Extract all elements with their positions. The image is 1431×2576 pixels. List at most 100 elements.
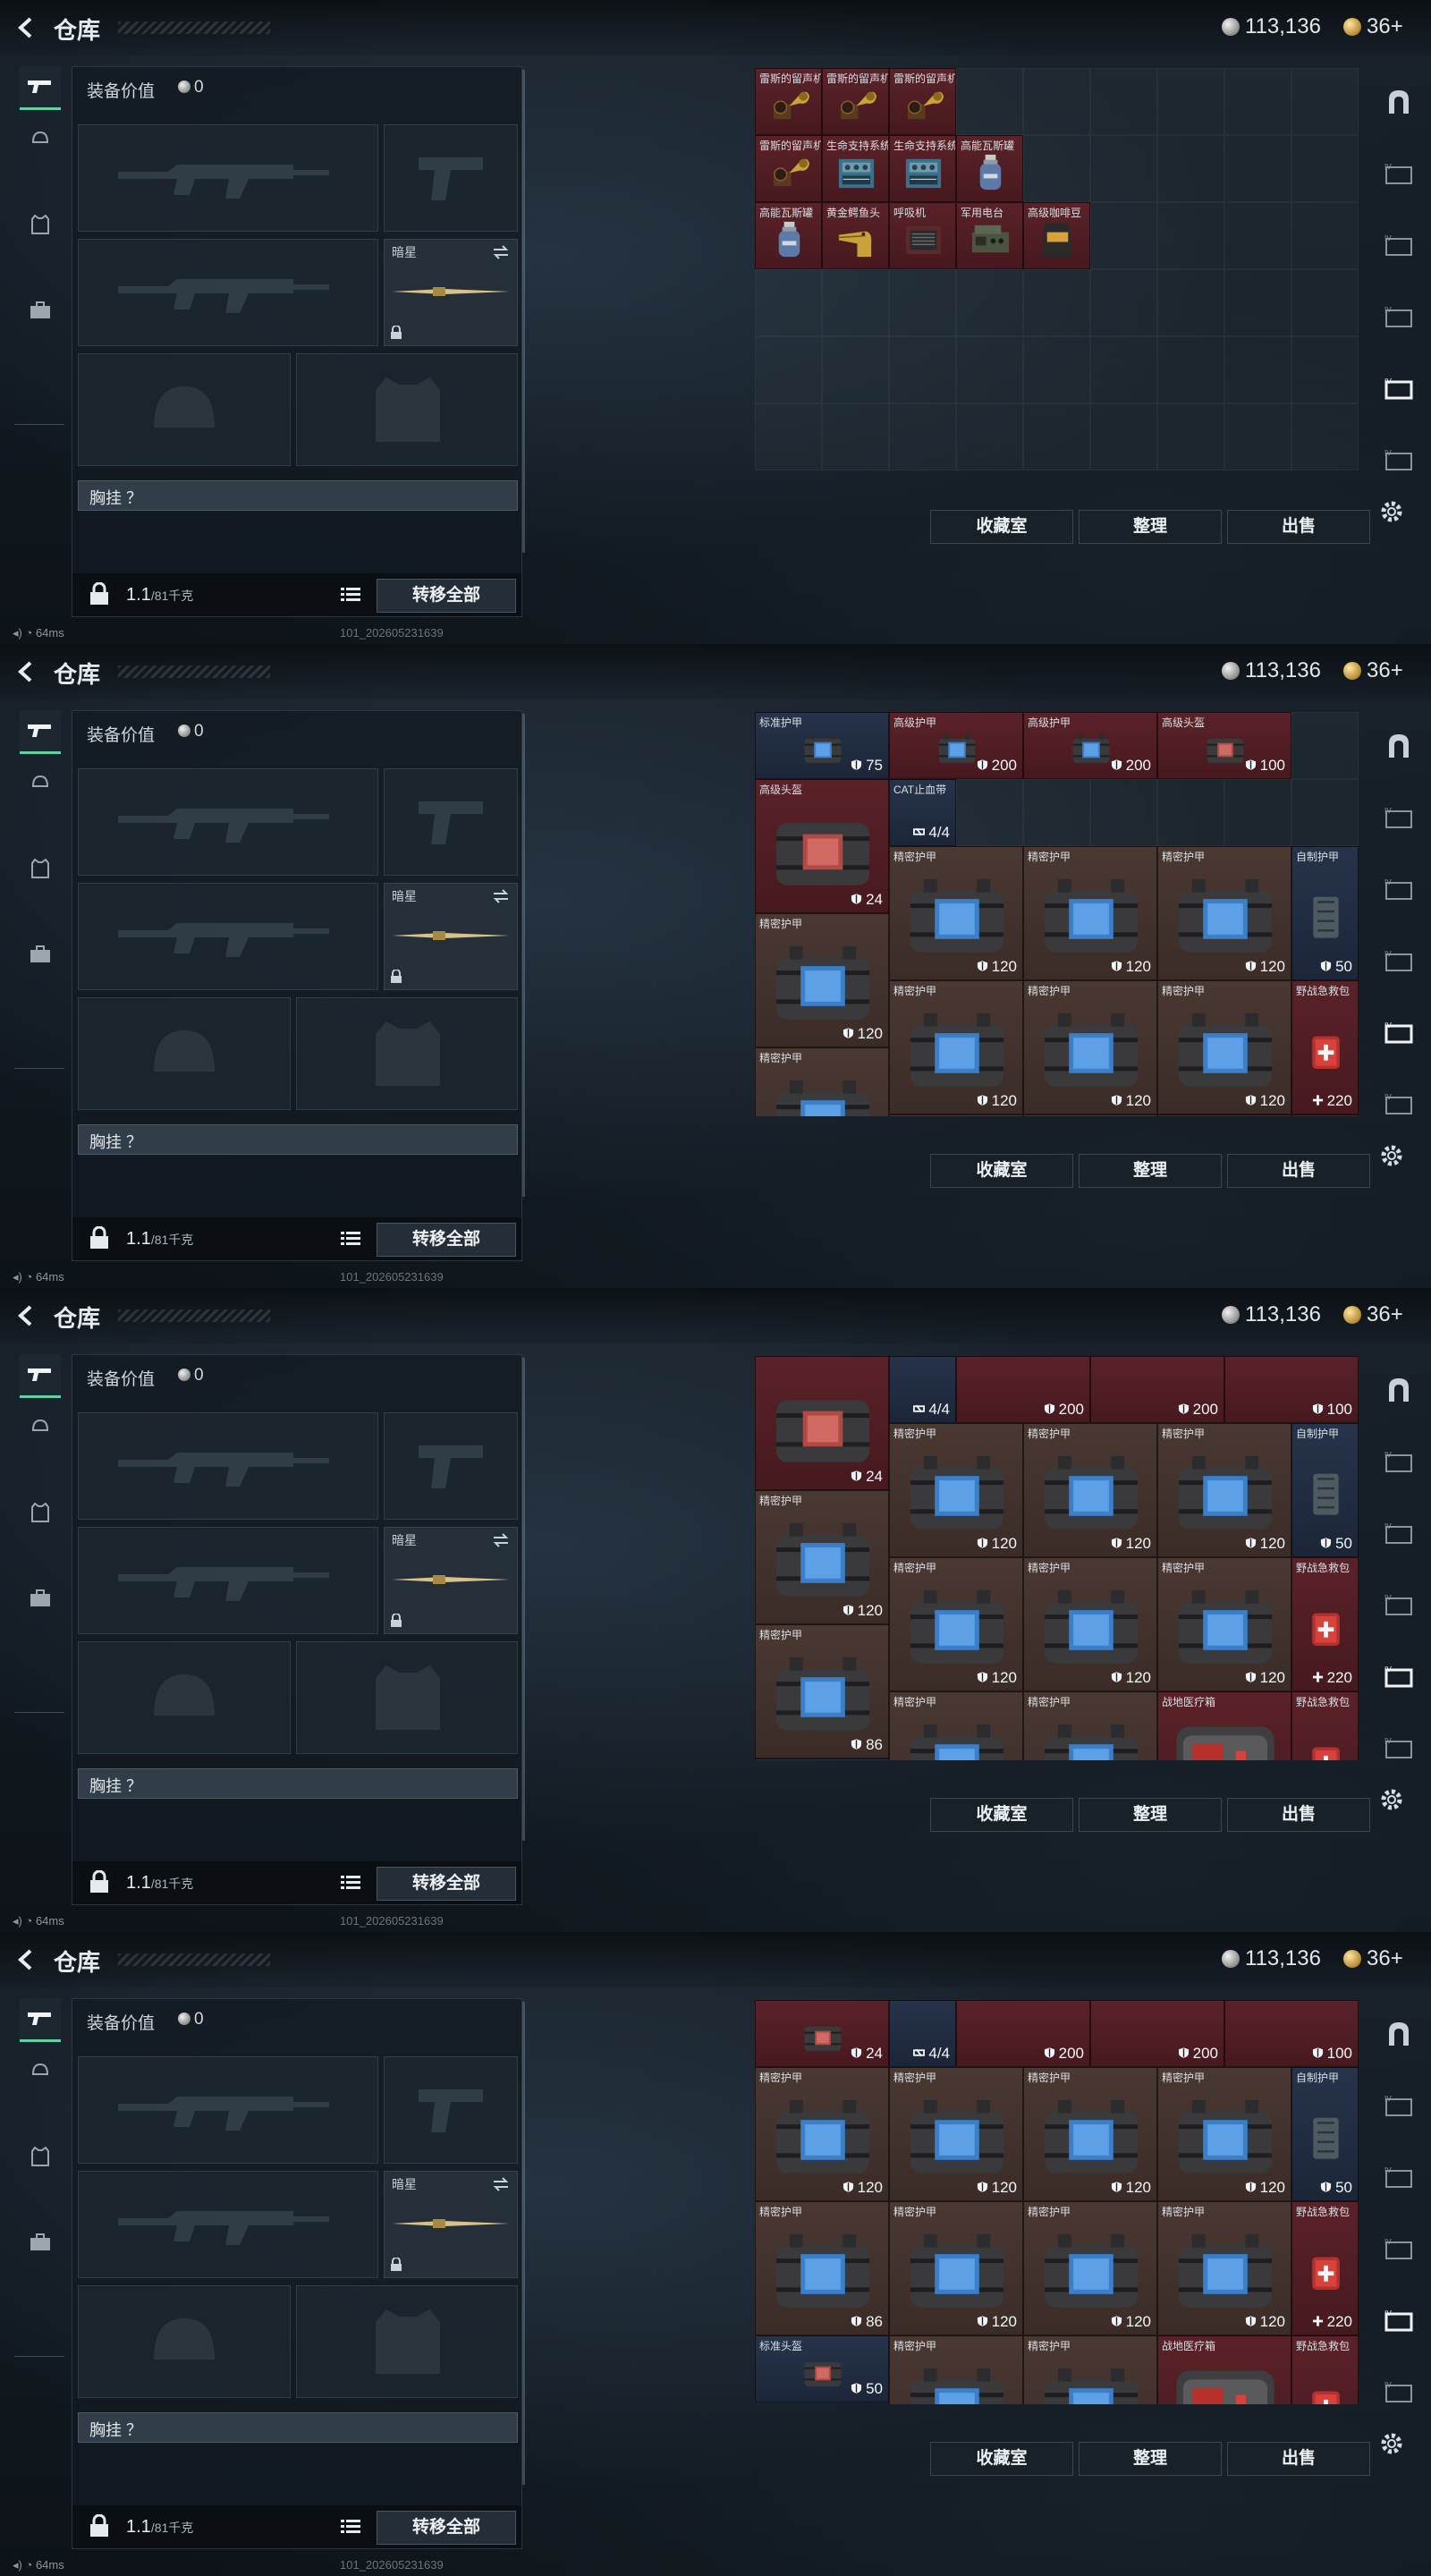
empty-slot[interactable] xyxy=(755,269,822,336)
empty-slot[interactable] xyxy=(1090,403,1157,470)
chest-rig-slot[interactable]: 胸挂 ？ xyxy=(78,1768,518,1799)
storage-item[interactable]: 精密护甲 120 xyxy=(889,1423,1023,1557)
storage-item[interactable]: 精密护甲 120 xyxy=(1023,2201,1157,2335)
storage-item[interactable]: 高能瓦斯罐 xyxy=(755,202,822,269)
gold-currency[interactable]: 36+ xyxy=(1343,1302,1403,1327)
storage-item[interactable]: 野战急救包 220 xyxy=(1291,980,1359,1114)
sort-button[interactable]: 整理 xyxy=(1079,2442,1222,2476)
tab-armor[interactable] xyxy=(20,2136,61,2177)
sell-button[interactable]: 出售 xyxy=(1227,1154,1370,1188)
empty-slot[interactable] xyxy=(956,779,1023,846)
storage-item[interactable]: 精密护甲 120 xyxy=(1023,1423,1157,1557)
empty-slot[interactable] xyxy=(1224,135,1291,202)
empty-slot[interactable] xyxy=(1291,68,1359,135)
secondary-weapon-slot[interactable] xyxy=(78,883,378,990)
storage-item[interactable]: 雷斯的留声机 xyxy=(889,68,956,135)
storage-item[interactable]: 高级咖啡豆 xyxy=(1023,202,1090,269)
empty-slot[interactable] xyxy=(1291,403,1359,470)
empty-slot[interactable] xyxy=(1224,269,1291,336)
storage-item[interactable]: 高级头盔 100 xyxy=(1157,712,1291,779)
storage-item[interactable]: 精密护甲79 xyxy=(889,1691,1023,1760)
storage-item[interactable]: 200 xyxy=(1090,2000,1224,2067)
storage-item[interactable]: 精密护甲 120 xyxy=(889,2201,1023,2335)
swap-arrows-icon[interactable] xyxy=(492,245,510,259)
sell-button[interactable]: 出售 xyxy=(1227,510,1370,544)
empty-slot[interactable] xyxy=(1157,336,1224,403)
list-icon[interactable] xyxy=(341,2518,360,2536)
storage-item[interactable]: 精密护甲 120 xyxy=(889,980,1023,1114)
tab-armor[interactable] xyxy=(20,204,61,245)
empty-slot[interactable] xyxy=(1023,135,1090,202)
empty-slot[interactable] xyxy=(1090,135,1157,202)
collection-room-button[interactable]: 收藏室 xyxy=(930,1154,1073,1188)
storage-item[interactable]: 战地医疗箱 xyxy=(1157,1114,1291,1116)
transfer-all-button[interactable]: 转移全部 xyxy=(377,2511,516,2545)
storage-item[interactable]: 精密护甲 120 xyxy=(1157,1557,1291,1691)
secondary-weapon-slot[interactable] xyxy=(78,239,378,346)
sort-button[interactable]: 整理 xyxy=(1079,1154,1222,1188)
collection-room-button[interactable]: 收藏室 xyxy=(930,510,1073,544)
pistol-slot[interactable] xyxy=(384,768,518,876)
storage-item[interactable]: 精密护甲 120 xyxy=(755,913,889,1047)
storage-item[interactable]: 精密护甲28 xyxy=(1023,1691,1157,1760)
storage-item[interactable]: 野战急救包 220 xyxy=(1291,1557,1359,1691)
storage-item[interactable]: 呼吸机 xyxy=(889,202,956,269)
storage-item[interactable]: 自制护甲 50 xyxy=(1291,846,1359,980)
storage-page-6[interactable]: IV xyxy=(1377,2231,1420,2267)
storage-item[interactable]: 野战急救包138 xyxy=(1291,2335,1359,2404)
melee-slot[interactable]: 暗星 xyxy=(384,2171,518,2278)
storage-item[interactable]: 高级护甲 200 xyxy=(1023,712,1157,779)
tab-bag[interactable] xyxy=(20,2222,61,2263)
pistol-slot[interactable] xyxy=(384,2056,518,2164)
empty-slot[interactable] xyxy=(1090,269,1157,336)
storage-item[interactable]: 精密护甲 120 xyxy=(1023,1557,1157,1691)
gold-currency[interactable]: 36+ xyxy=(1343,658,1403,683)
storage-item[interactable]: 野战急救包 220 xyxy=(1291,2201,1359,2335)
empty-slot[interactable] xyxy=(822,269,889,336)
storage-item[interactable]: CAT止血带 4/4 xyxy=(889,779,956,846)
storage-page-active[interactable]: IV xyxy=(1377,1014,1420,1050)
storage-item[interactable]: 生命支持系统 xyxy=(822,135,889,202)
storage-item[interactable]: 精密护甲 120 xyxy=(1157,980,1291,1114)
storage-item[interactable]: 4/4 xyxy=(889,2000,956,2067)
storage-item[interactable]: 高级头盔 24 xyxy=(755,779,889,913)
lock-icon[interactable] xyxy=(89,582,110,606)
melee-slot[interactable]: 暗星 xyxy=(384,239,518,346)
empty-slot[interactable] xyxy=(1291,779,1359,846)
melee-slot[interactable]: 暗星 xyxy=(384,1527,518,1634)
storage-item[interactable]: 精密护甲 xyxy=(1023,1114,1157,1116)
storage-item[interactable]: 野战急救包138 xyxy=(1291,1691,1359,1760)
pistol-slot[interactable] xyxy=(384,124,518,232)
empty-slot[interactable] xyxy=(956,68,1023,135)
tab-weapons[interactable] xyxy=(20,710,61,754)
storage-page-4[interactable]: IV xyxy=(1377,1444,1420,1479)
empty-slot[interactable] xyxy=(1023,336,1090,403)
collection-room-button[interactable]: 收藏室 xyxy=(930,1798,1073,1832)
back-arrow-icon[interactable] xyxy=(14,1947,39,1972)
empty-slot[interactable] xyxy=(889,403,956,470)
storage-page-6[interactable]: IV xyxy=(1377,943,1420,979)
storage-item[interactable]: 标准头盔50 xyxy=(755,1758,889,1760)
list-icon[interactable] xyxy=(341,1230,360,1248)
gold-currency[interactable]: 36+ xyxy=(1343,1946,1403,1971)
storage-item[interactable]: 精密护甲 120 xyxy=(1023,2067,1157,2201)
empty-slot[interactable] xyxy=(1090,779,1157,846)
storage-item[interactable]: 精密护甲 120 xyxy=(1023,846,1157,980)
storage-page-6[interactable]: IV xyxy=(1377,1587,1420,1623)
storage-item[interactable]: 标准头盔50 xyxy=(755,2335,889,2402)
tab-helmet[interactable] xyxy=(20,118,61,159)
pistol-slot[interactable] xyxy=(384,1412,518,1520)
storage-item[interactable]: 精密护甲 120 xyxy=(889,2067,1023,2201)
empty-slot[interactable] xyxy=(1224,68,1291,135)
sort-button[interactable]: 整理 xyxy=(1079,510,1222,544)
storage-item[interactable]: 200 xyxy=(956,1356,1090,1423)
storage-item[interactable]: 100 xyxy=(1224,2000,1359,2067)
back-arrow-icon[interactable] xyxy=(14,659,39,684)
swap-arrows-icon[interactable] xyxy=(492,2177,510,2191)
storage-item[interactable]: 标准护甲 75 xyxy=(755,712,889,779)
tab-weapons[interactable] xyxy=(20,1998,61,2042)
gold-currency[interactable]: 36+ xyxy=(1343,14,1403,39)
empty-slot[interactable] xyxy=(956,336,1023,403)
storage-page-1[interactable] xyxy=(1377,2016,1420,2052)
storage-item[interactable]: 战地医疗箱800 xyxy=(1157,1691,1291,1760)
